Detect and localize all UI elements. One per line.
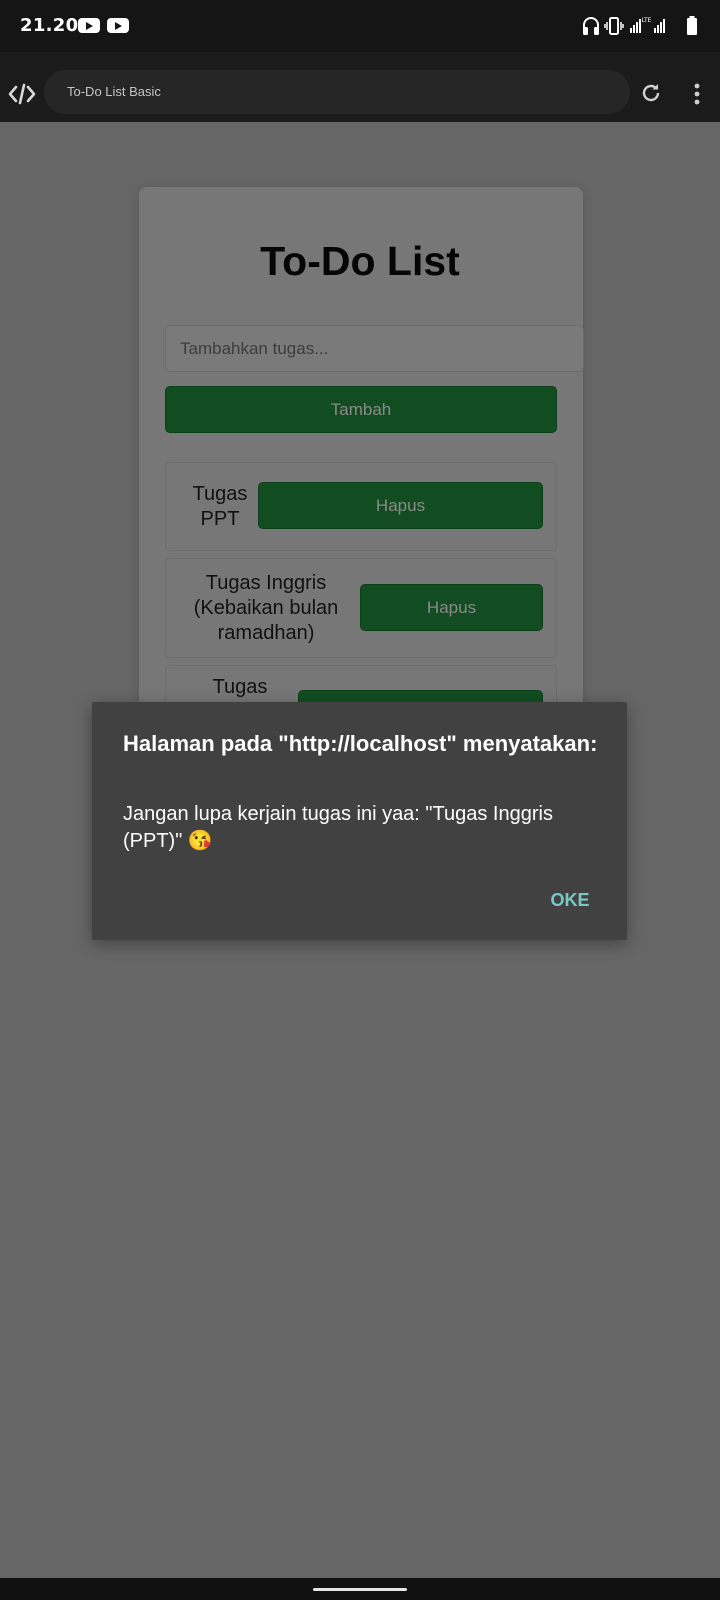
page-title-text: To-Do List Basic xyxy=(67,84,161,99)
status-time: 21.20 xyxy=(20,15,79,36)
youtube-icon xyxy=(78,18,100,33)
lte-label: LTE xyxy=(642,17,652,24)
task-input[interactable] xyxy=(165,325,584,372)
delete-task-button[interactable]: Hapus xyxy=(360,584,543,631)
vibrate-icon xyxy=(604,17,624,35)
task-text: Tugas PPT xyxy=(192,483,248,530)
add-task-button[interactable]: Tambah xyxy=(165,386,557,433)
reload-icon[interactable] xyxy=(639,81,663,105)
app-title: To-Do List xyxy=(260,238,460,284)
status-bar: 21.20 LTE xyxy=(0,0,720,52)
delete-task-button[interactable]: Hapus xyxy=(258,482,543,529)
ok-button[interactable]: OKE xyxy=(545,885,595,915)
dialog-message: Jangan lupa kerjain tugas ini yaa: "Tuga… xyxy=(123,803,553,852)
code-icon[interactable] xyxy=(8,82,36,106)
gesture-handle[interactable] xyxy=(313,1588,407,1591)
task-text: Tugas xyxy=(212,676,268,698)
more-vert-icon[interactable] xyxy=(690,82,704,106)
signal-icon xyxy=(654,19,665,33)
battery-icon xyxy=(687,16,697,35)
signal-lte-icon: LTE xyxy=(630,17,652,33)
youtube-icon xyxy=(107,18,129,33)
headphones-icon xyxy=(583,17,599,35)
dialog-title: Halaman pada "http://localhost" menyatak… xyxy=(123,731,598,756)
task-text: Tugas Inggris (Kebaikan bulan ramadhan) xyxy=(193,572,339,644)
